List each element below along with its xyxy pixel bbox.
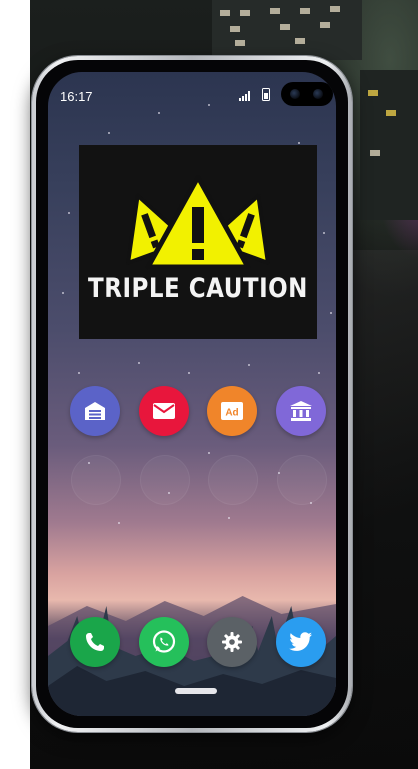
triple-warning-triangles-icon bbox=[126, 175, 270, 270]
ad-icon: Ad bbox=[221, 402, 243, 420]
empty-slot bbox=[140, 455, 190, 505]
whatsapp-app[interactable] bbox=[139, 617, 189, 667]
bird-icon bbox=[289, 632, 312, 651]
app-row: Ad bbox=[48, 386, 336, 438]
camera-lens-icon bbox=[290, 89, 300, 99]
phone-frame: 16:17 TRIPLE CAUTION Ad bbox=[32, 56, 352, 732]
ad-app[interactable]: Ad bbox=[207, 386, 257, 436]
front-camera-cutout bbox=[281, 82, 333, 106]
twitter-app[interactable] bbox=[276, 617, 326, 667]
garage-icon bbox=[85, 402, 105, 420]
status-bar: 16:17 bbox=[48, 72, 336, 112]
envelope-icon bbox=[153, 403, 175, 419]
signal-icon bbox=[239, 91, 250, 101]
scene: 16:17 TRIPLE CAUTION Ad bbox=[0, 0, 418, 769]
home-screen[interactable]: 16:17 TRIPLE CAUTION Ad bbox=[48, 72, 336, 716]
empty-slot bbox=[277, 455, 327, 505]
widget-title: TRIPLE CAUTION bbox=[88, 274, 308, 304]
status-time: 16:17 bbox=[60, 89, 93, 104]
empty-slot bbox=[71, 455, 121, 505]
ad-glyph: Ad bbox=[225, 408, 238, 419]
phone-bezel: 16:17 TRIPLE CAUTION Ad bbox=[36, 60, 348, 728]
phone-app[interactable] bbox=[70, 617, 120, 667]
camera-lens-icon bbox=[313, 89, 323, 99]
home-gesture-bar[interactable] bbox=[175, 688, 217, 694]
empty-slot bbox=[208, 455, 258, 505]
settings-app[interactable] bbox=[207, 617, 257, 667]
mail-app[interactable] bbox=[139, 386, 189, 436]
dock bbox=[48, 617, 336, 669]
bank-app[interactable] bbox=[276, 386, 326, 436]
whatsapp-icon bbox=[152, 630, 176, 653]
garage-app[interactable] bbox=[70, 386, 120, 436]
gear-icon bbox=[222, 632, 242, 652]
phone-icon bbox=[86, 633, 104, 651]
battery-icon bbox=[262, 88, 270, 101]
bank-icon bbox=[290, 401, 312, 421]
triple-caution-widget[interactable]: TRIPLE CAUTION bbox=[79, 145, 317, 339]
